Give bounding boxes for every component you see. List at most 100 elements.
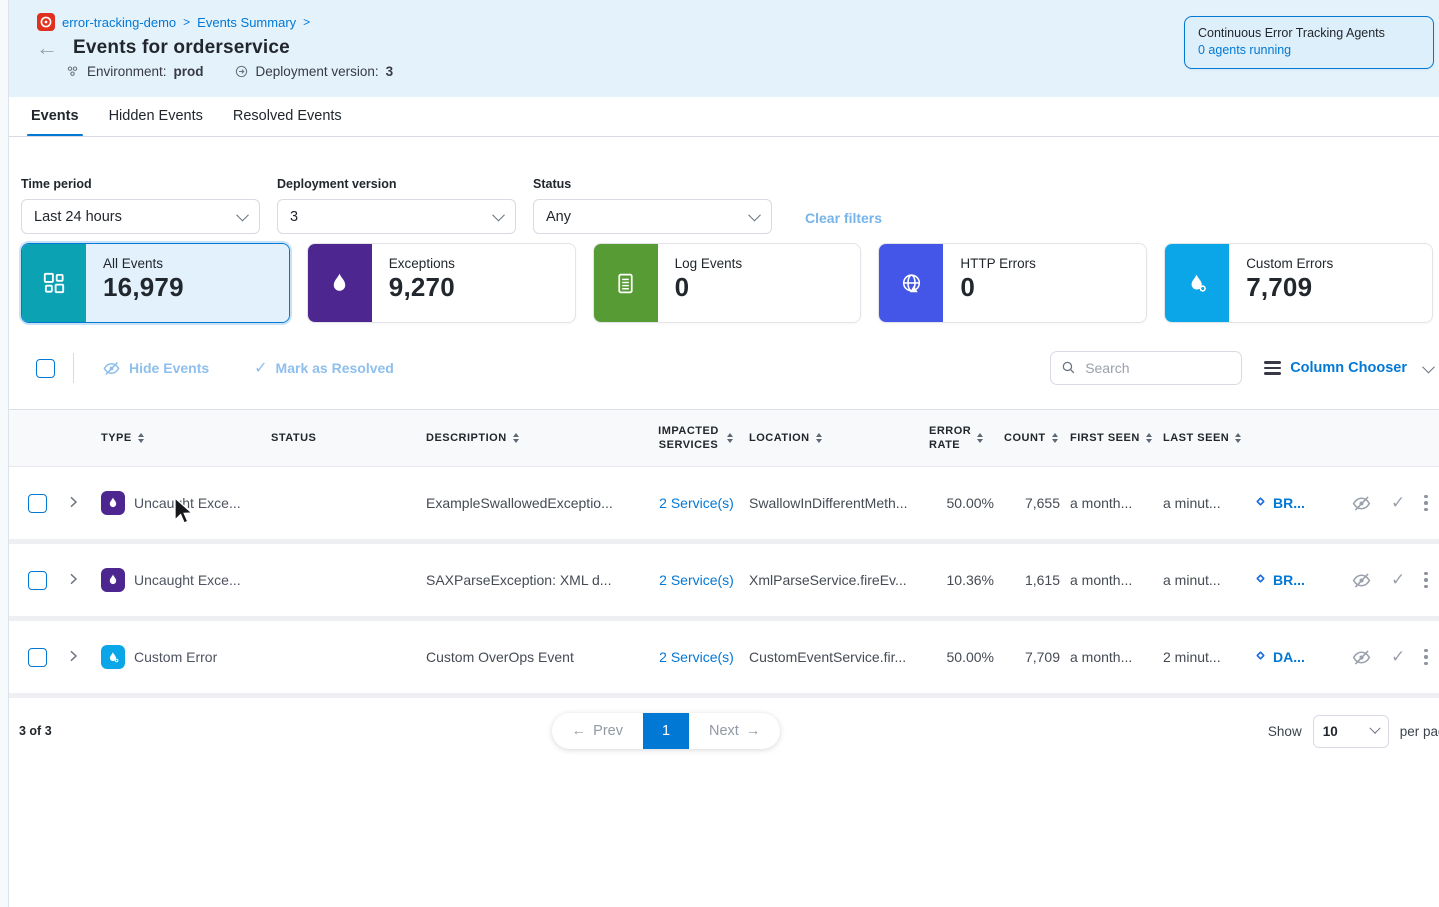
- breadcrumb-separator: >: [183, 15, 190, 29]
- event-location: XmlParseService.fireEv...: [749, 572, 929, 588]
- prev-page-button[interactable]: ← Prev: [552, 713, 643, 749]
- event-location: SwallowInDifferentMeth...: [749, 495, 929, 511]
- collapsed-sidebar: [0, 0, 9, 907]
- check-icon: ✓: [254, 358, 267, 378]
- card-label: Log Events: [675, 256, 861, 271]
- impacted-services-link[interactable]: 2 Service(s): [659, 572, 734, 588]
- environment-icon: [65, 64, 80, 79]
- table-row[interactable]: Uncaught Exce... SAXParseException: XML …: [9, 544, 1439, 621]
- agents-status-card[interactable]: Continuous Error Tracking Agents 0 agent…: [1184, 16, 1434, 69]
- back-arrow-icon[interactable]: ←: [36, 38, 58, 58]
- expand-chevron-icon[interactable]: [65, 648, 81, 664]
- ticket-link[interactable]: DA...: [1273, 649, 1305, 665]
- column-header-first-seen[interactable]: FIRST SEEN: [1070, 432, 1163, 444]
- column-header-impacted-services[interactable]: IMPACTED SERVICES: [644, 424, 749, 453]
- time-period-value: Last 24 hours: [34, 209, 122, 225]
- resolve-event-icon[interactable]: ✓: [1391, 570, 1405, 590]
- search-icon: [1060, 359, 1077, 376]
- jira-ticket-icon: [1253, 648, 1268, 666]
- resolve-event-icon[interactable]: ✓: [1391, 647, 1405, 667]
- column-header-status[interactable]: STATUS: [271, 432, 426, 444]
- deployment-version-select[interactable]: 3: [277, 199, 516, 234]
- current-page-button[interactable]: 1: [643, 713, 689, 749]
- event-type: Uncaught Exce...: [134, 572, 241, 588]
- tab-events[interactable]: Events: [27, 108, 83, 136]
- row-checkbox[interactable]: [28, 571, 47, 590]
- chevron-down-icon: [1369, 723, 1380, 734]
- select-all-checkbox[interactable]: [36, 359, 55, 378]
- grid-icon: [22, 244, 86, 322]
- last-seen: a minut...: [1163, 572, 1253, 588]
- resolve-event-icon[interactable]: ✓: [1391, 493, 1405, 513]
- column-header-count[interactable]: COUNT: [1004, 432, 1070, 444]
- expand-chevron-icon[interactable]: [65, 571, 81, 587]
- agents-running-link[interactable]: 0 agents running: [1198, 43, 1291, 57]
- breadcrumb-link-events-summary[interactable]: Events Summary: [197, 15, 296, 30]
- arrow-right-icon: →: [746, 723, 761, 739]
- column-header-type[interactable]: TYPE: [101, 432, 271, 444]
- card-http-errors[interactable]: HTTP Errors 0: [878, 243, 1147, 323]
- clear-filters-button[interactable]: Clear filters: [805, 210, 882, 226]
- column-label: LOCATION: [749, 432, 810, 444]
- row-checkbox[interactable]: [28, 494, 47, 513]
- card-label: Exceptions: [389, 256, 575, 271]
- card-custom-errors[interactable]: Custom Errors 7,709: [1164, 243, 1433, 323]
- breadcrumb-separator: >: [303, 15, 310, 29]
- card-value: 7,709: [1246, 272, 1432, 303]
- card-log-events[interactable]: Log Events 0: [593, 243, 862, 323]
- flame-gear-icon: [1165, 244, 1229, 322]
- table-toolbar: Hide Events ✓ Mark as Resolved Column Ch…: [9, 323, 1439, 409]
- first-seen: a month...: [1070, 649, 1163, 665]
- expand-chevron-icon[interactable]: [65, 494, 81, 510]
- row-menu-icon[interactable]: [1424, 572, 1428, 589]
- chevron-down-icon: [1422, 360, 1435, 373]
- next-page-button[interactable]: Next →: [689, 713, 780, 749]
- column-label: FIRST SEEN: [1070, 432, 1140, 444]
- sort-icon: [727, 433, 733, 443]
- chevron-down-icon: [492, 209, 505, 222]
- card-label: HTTP Errors: [960, 256, 1146, 271]
- column-label: ERROR RATE: [929, 424, 971, 453]
- card-exceptions[interactable]: Exceptions 9,270: [307, 243, 576, 323]
- status-filter-label: Status: [533, 177, 772, 191]
- deployment-version-icon: [234, 64, 249, 79]
- table-row[interactable]: Uncaught Exce... ExampleSwallowedExcepti…: [9, 467, 1439, 544]
- hide-event-icon[interactable]: [1351, 570, 1372, 591]
- tab-resolved-events[interactable]: Resolved Events: [229, 108, 346, 136]
- time-period-select[interactable]: Last 24 hours: [21, 199, 260, 234]
- mark-resolved-button[interactable]: ✓ Mark as Resolved: [254, 358, 394, 378]
- sort-icon: [138, 433, 144, 443]
- column-chooser-button[interactable]: Column Chooser: [1264, 360, 1433, 376]
- status-select[interactable]: Any: [533, 199, 772, 234]
- event-count: 1,615: [1004, 572, 1070, 588]
- ticket-link[interactable]: BR...: [1273, 495, 1305, 511]
- breadcrumb-link-project[interactable]: error-tracking-demo: [62, 15, 176, 30]
- next-label: Next: [709, 723, 739, 739]
- event-type: Uncaught Exce...: [134, 495, 241, 511]
- search-input[interactable]: [1050, 351, 1242, 385]
- agents-status-title: Continuous Error Tracking Agents: [1198, 26, 1420, 40]
- environment-label: Environment:: [87, 64, 167, 79]
- table-row[interactable]: Custom Error Custom OverOps Event 2 Serv…: [9, 621, 1439, 698]
- card-all-events[interactable]: All Events 16,979: [21, 243, 290, 323]
- mark-resolved-label: Mark as Resolved: [276, 360, 394, 376]
- impacted-services-link[interactable]: 2 Service(s): [659, 495, 734, 511]
- column-header-description[interactable]: DESCRIPTION: [426, 432, 644, 444]
- row-menu-icon[interactable]: [1424, 495, 1428, 512]
- impacted-services-link[interactable]: 2 Service(s): [659, 649, 734, 665]
- page-size-select[interactable]: 10: [1313, 715, 1389, 748]
- event-count: 7,709: [1004, 649, 1070, 665]
- row-menu-icon[interactable]: [1424, 649, 1428, 666]
- hide-event-icon[interactable]: [1351, 647, 1372, 668]
- sort-icon: [1052, 433, 1058, 443]
- hide-event-icon[interactable]: [1351, 493, 1372, 514]
- tab-bar: Events Hidden Events Resolved Events: [9, 97, 1439, 137]
- card-value: 16,979: [103, 272, 289, 303]
- ticket-link[interactable]: BR...: [1273, 572, 1305, 588]
- column-header-error-rate[interactable]: ERROR RATE: [929, 424, 1004, 453]
- row-checkbox[interactable]: [28, 648, 47, 667]
- column-header-location[interactable]: LOCATION: [749, 432, 929, 444]
- hide-events-button[interactable]: Hide Events: [102, 359, 209, 378]
- column-header-last-seen[interactable]: LAST SEEN: [1163, 432, 1253, 444]
- tab-hidden-events[interactable]: Hidden Events: [105, 108, 207, 136]
